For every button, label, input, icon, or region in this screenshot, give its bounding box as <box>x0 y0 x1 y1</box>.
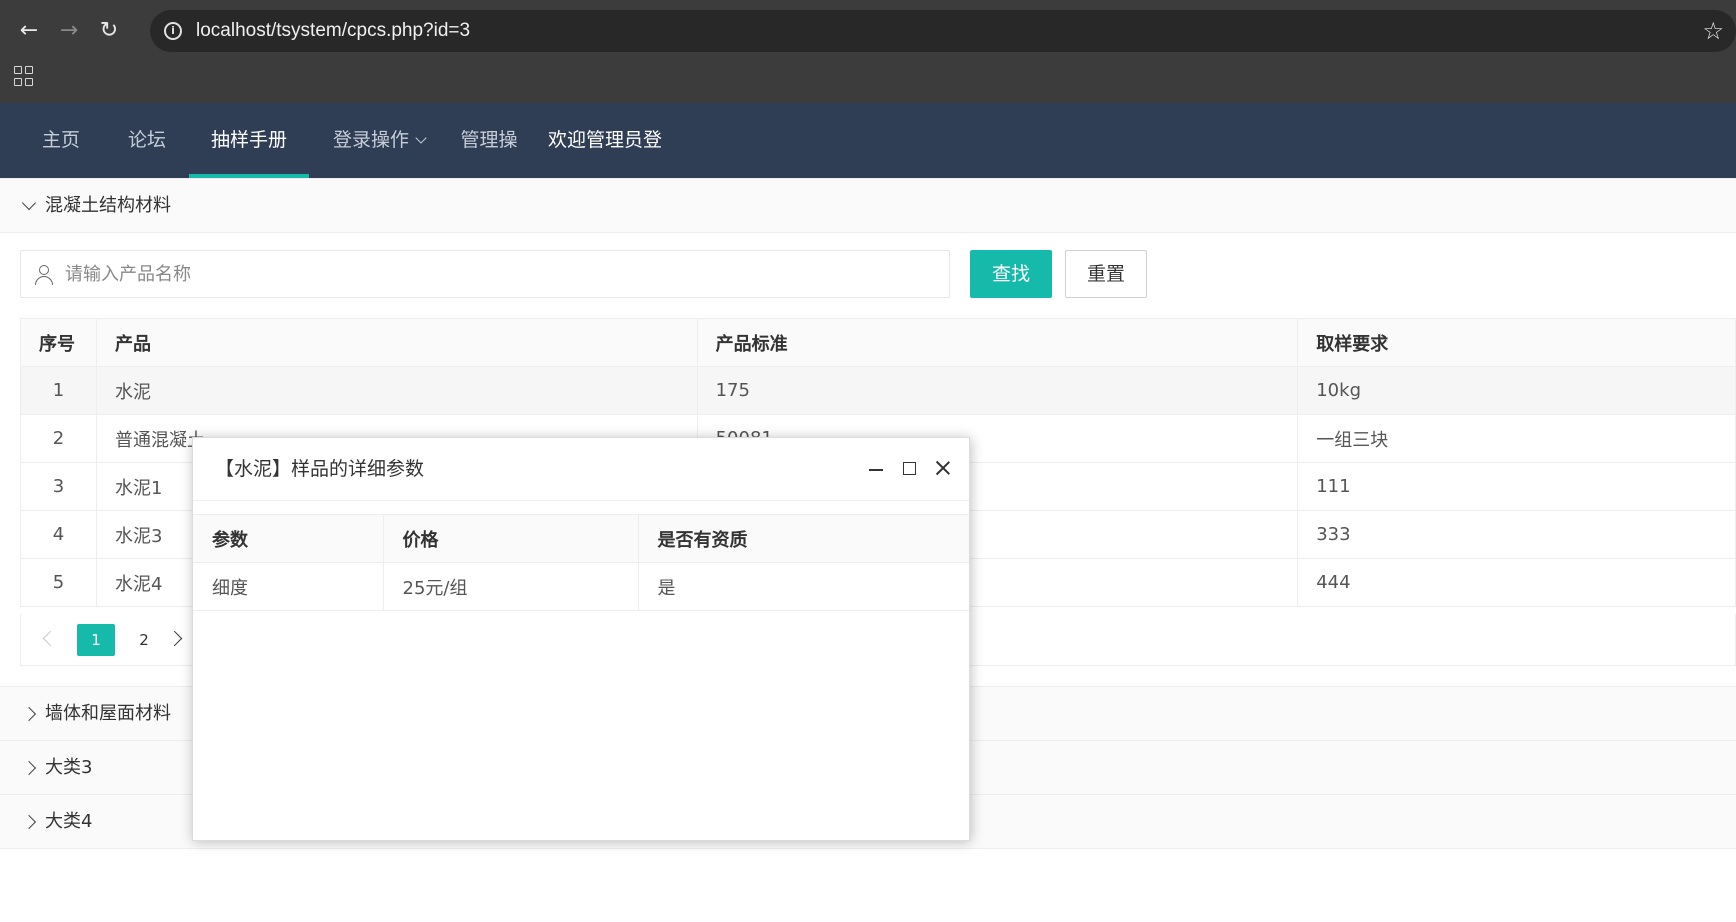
cell-sampling: 10kg <box>1297 366 1736 415</box>
panel-title-label: 大类3 <box>45 757 93 778</box>
panel-title-label: 混凝土结构材料 <box>45 195 171 216</box>
reset-button[interactable]: 重置 <box>1065 250 1147 298</box>
nav-item-admin-ops[interactable]: 管理操作 <box>453 103 525 226</box>
header-qualified: 是否有资质 <box>637 514 969 563</box>
header-no: 序号 <box>20 318 97 367</box>
cell-qualified: 是 <box>637 562 969 611</box>
header-sampling: 取样要求 <box>1297 318 1736 367</box>
header-price: 价格 <box>382 514 638 563</box>
nav-item-forum[interactable]: 论坛 <box>116 103 178 178</box>
welcome-text: 欢迎管理员登录:zhangsan <box>548 129 665 226</box>
table-header-row: 序号 产品 产品标准 取样要求 <box>20 318 1736 367</box>
cell-product[interactable]: 水泥 <box>95 366 698 415</box>
nav-item-login-ops-label: 登录操作 <box>333 129 410 151</box>
back-arrow-icon[interactable]: ← <box>14 16 44 46</box>
cell-no: 3 <box>20 462 97 511</box>
cell-standard: 175 <box>696 366 1299 415</box>
prev-page-icon[interactable] <box>42 630 59 647</box>
user-icon <box>35 265 53 285</box>
apps-grid-icon[interactable] <box>14 66 34 86</box>
cell-sampling: 333 <box>1297 510 1736 559</box>
cell-sampling: 一组三块 <box>1297 414 1736 463</box>
minimize-icon[interactable] <box>869 469 883 471</box>
table-row[interactable]: 1 水泥 175 10kg <box>20 366 1736 415</box>
address-bar[interactable]: i localhost/tsystem/cpcs.php?id=3 ☆ <box>150 10 1736 52</box>
header-product: 产品 <box>95 318 698 367</box>
panel-title-label: 墙体和屋面材料 <box>45 703 171 724</box>
panel-title-concrete[interactable]: 混凝土结构材料 <box>0 179 1736 233</box>
page-2-button[interactable]: 2 <box>133 624 155 656</box>
maximize-icon[interactable] <box>903 462 916 475</box>
search-box[interactable] <box>20 250 950 298</box>
cell-param: 细度 <box>193 562 383 611</box>
cell-no: 4 <box>20 510 97 559</box>
site-nav: 主页 论坛 抽样手册 登录操作 管理操作 欢迎管理员登录:zhangsan <box>0 103 1736 226</box>
chevron-right-icon <box>21 814 37 830</box>
table-row: 细度 25元/组 是 <box>193 562 969 611</box>
chevron-down-icon <box>21 195 37 211</box>
find-button[interactable]: 查找 <box>970 250 1052 298</box>
close-icon[interactable] <box>933 458 953 478</box>
nav-item-sampling-manual[interactable]: 抽样手册 <box>189 103 309 178</box>
next-page-icon[interactable] <box>166 630 183 647</box>
dialog-title[interactable]: 【水泥】样品的详细参数 <box>193 438 969 501</box>
url-text[interactable]: localhost/tsystem/cpcs.php?id=3 <box>196 20 470 42</box>
chevron-down-icon <box>415 132 427 144</box>
chevron-right-icon <box>21 760 37 776</box>
cell-sampling: 111 <box>1297 462 1736 511</box>
address-row: ← → ↻ i localhost/tsystem/cpcs.php?id=3 … <box>0 0 1736 62</box>
cell-no: 1 <box>20 366 97 415</box>
forward-arrow-icon[interactable]: → <box>54 16 84 46</box>
nav-item-login-ops[interactable]: 登录操作 <box>333 103 427 178</box>
detail-table: 参数 价格 是否有资质 细度 25元/组 是 <box>193 514 969 611</box>
browser-chrome: ← → ↻ i localhost/tsystem/cpcs.php?id=3 … <box>0 0 1736 103</box>
sample-detail-dialog: 【水泥】样品的详细参数 参数 价格 是否有资质 细度 25元/组 是 <box>192 437 970 841</box>
product-search-input[interactable] <box>65 251 935 297</box>
nav-item-home[interactable]: 主页 <box>30 103 92 178</box>
cell-sampling: 444 <box>1297 558 1736 607</box>
bookmark-star-icon[interactable]: ☆ <box>1702 17 1724 45</box>
cell-price: 25元/组 <box>382 562 638 611</box>
cell-no: 2 <box>20 414 97 463</box>
chevron-right-icon <box>21 706 37 722</box>
panel-title-label: 大类4 <box>45 811 93 832</box>
detail-header-row: 参数 价格 是否有资质 <box>193 514 969 563</box>
page-1-button[interactable]: 1 <box>77 624 115 656</box>
reload-icon[interactable]: ↻ <box>94 16 124 46</box>
header-standard: 产品标准 <box>696 318 1299 367</box>
header-param: 参数 <box>193 514 383 563</box>
cell-no: 5 <box>20 558 97 607</box>
site-info-icon[interactable]: i <box>164 22 182 40</box>
